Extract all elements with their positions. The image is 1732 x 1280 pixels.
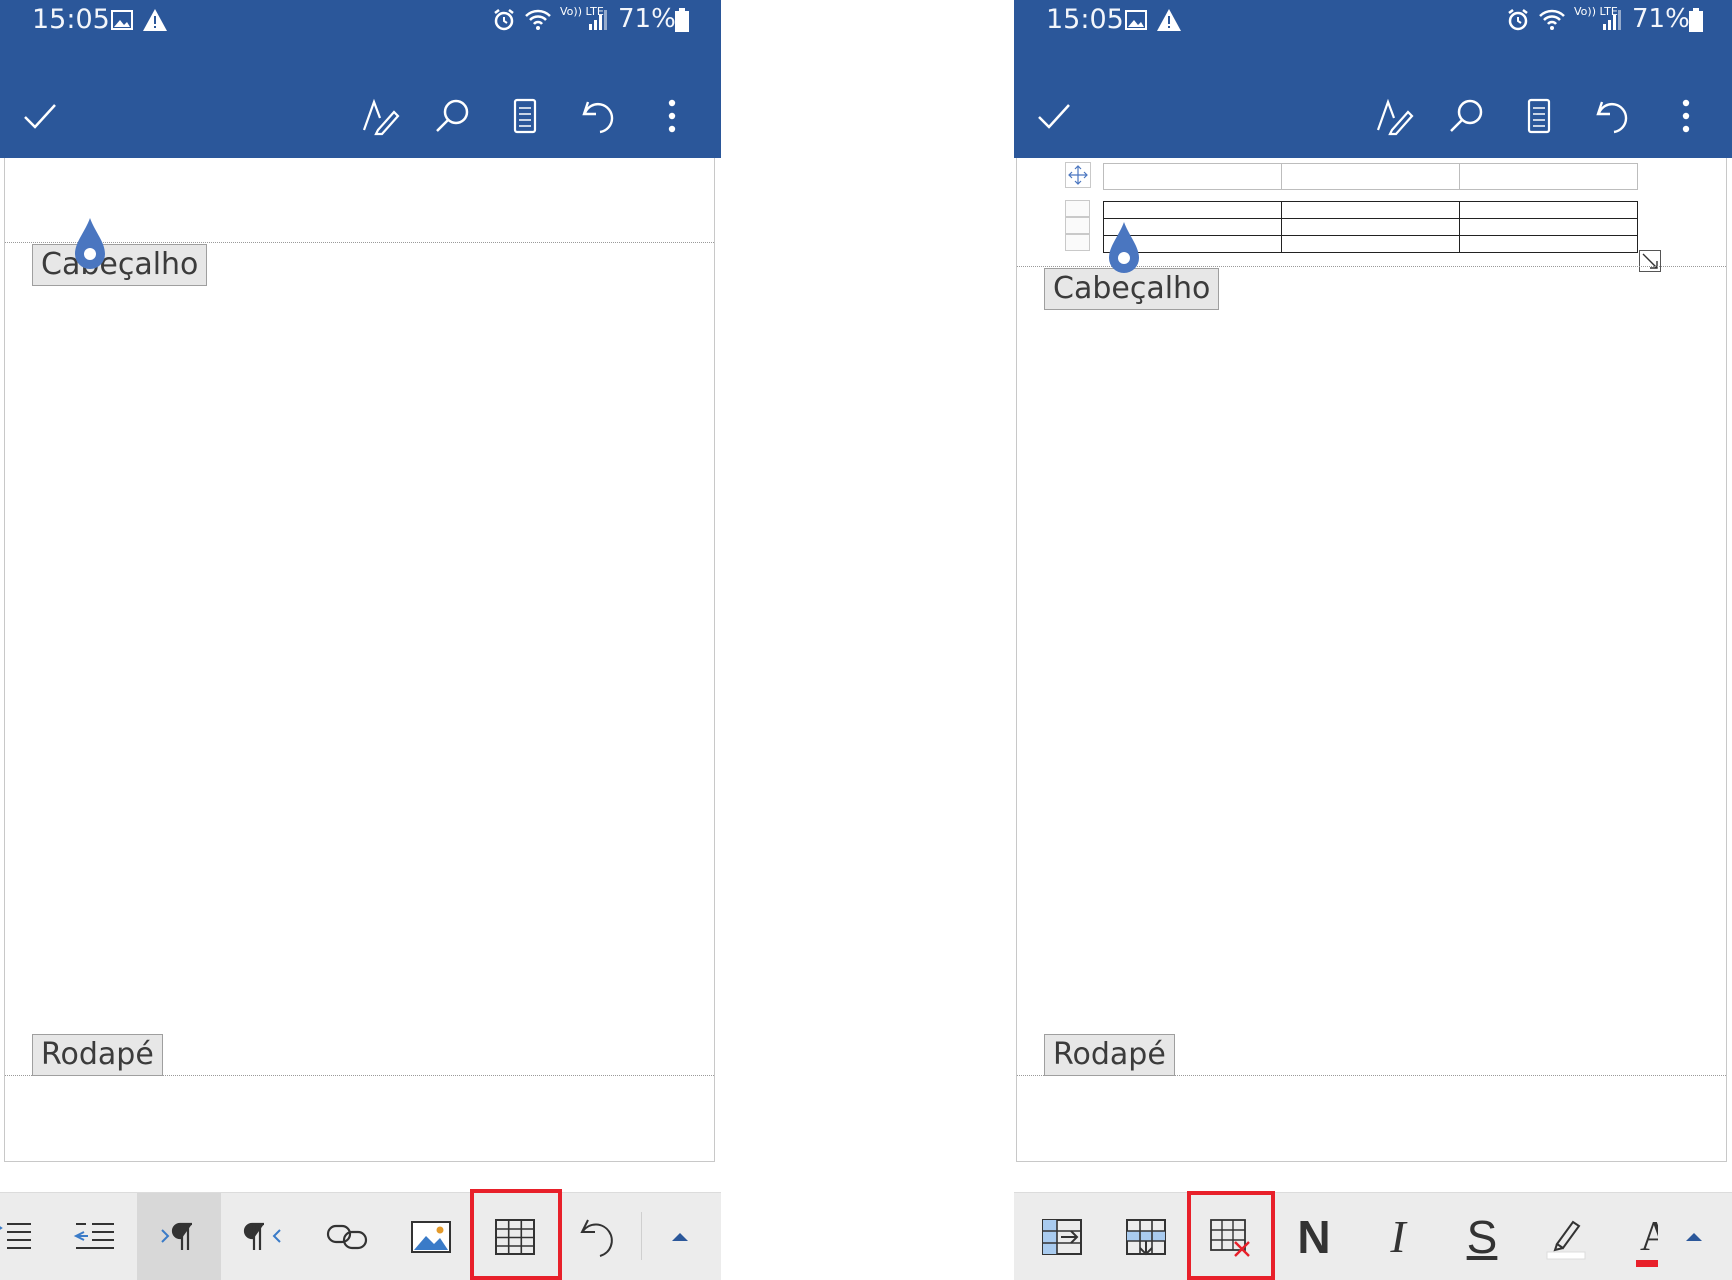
battery-percentage: 71% [618, 4, 676, 34]
app-bar: 15:05 Vo)) LTE 71% [1014, 0, 1732, 158]
footer-label: Rodapé [1044, 1034, 1175, 1076]
table-button-highlight [470, 1189, 562, 1280]
table-cell[interactable] [1459, 201, 1638, 219]
table-row [1103, 235, 1638, 253]
wifi-icon [1539, 9, 1565, 30]
battery-icon [1689, 8, 1703, 32]
expand-up-icon[interactable] [1652, 1193, 1732, 1280]
table-cell[interactable] [1281, 201, 1460, 219]
table-move-handle-icon[interactable] [1065, 162, 1091, 188]
gallery-notification-icon [1125, 10, 1147, 30]
table-cell[interactable] [1459, 235, 1638, 253]
table-cell[interactable] [1281, 218, 1460, 236]
more-options-icon[interactable] [1666, 96, 1706, 136]
gallery-notification-icon [111, 10, 133, 30]
done-check-icon[interactable] [20, 96, 60, 136]
warning-notification-icon [143, 9, 167, 31]
insert-row-icon[interactable] [1104, 1193, 1188, 1280]
app-bar: 15:05 Vo)) LTE 71% [0, 0, 721, 158]
expand-up-icon[interactable] [638, 1193, 721, 1280]
warning-notification-icon [1157, 9, 1181, 31]
more-options-icon[interactable] [652, 96, 692, 136]
bottom-toolbar: N I S A [1014, 1192, 1732, 1280]
italic-icon[interactable]: I [1356, 1193, 1440, 1280]
text-cursor-handle[interactable] [73, 216, 107, 270]
table-cell[interactable] [1281, 235, 1460, 253]
document-page[interactable]: Cabeçalho Rodapé [4, 158, 715, 1162]
row-selector[interactable] [1065, 217, 1090, 234]
footer-label: Rodapé [32, 1034, 163, 1076]
font-color-icon[interactable]: A [1608, 1193, 1658, 1280]
status-time: 15:05 [32, 4, 110, 35]
bold-glyph: N [1297, 1211, 1331, 1263]
signal-icon [589, 10, 607, 30]
header-label: Cabeçalho [1044, 268, 1220, 310]
decrease-indent-icon[interactable] [53, 1193, 137, 1280]
mobile-view-icon[interactable] [1519, 96, 1559, 136]
battery-percentage: 71% [1632, 4, 1690, 34]
picture-icon[interactable] [389, 1193, 473, 1280]
inserted-table[interactable] [1103, 201, 1638, 253]
table-resize-handle-icon[interactable] [1639, 250, 1661, 272]
mobile-view-icon[interactable] [505, 96, 545, 136]
row-selector[interactable] [1065, 234, 1090, 251]
italic-glyph: I [1390, 1211, 1406, 1262]
header-label: Cabeçalho [32, 244, 208, 286]
signal-icon [1603, 10, 1621, 30]
battery-icon [675, 8, 689, 32]
alarm-icon [1508, 9, 1528, 31]
link-icon[interactable] [305, 1193, 389, 1280]
table-row [1103, 218, 1638, 236]
search-icon[interactable] [1446, 96, 1486, 136]
strikethrough-icon[interactable]: S [1440, 1193, 1524, 1280]
alarm-icon [494, 9, 514, 31]
header-boundary [5, 242, 714, 243]
row-selector[interactable] [1065, 200, 1090, 217]
draw-pen-icon[interactable] [360, 96, 400, 136]
delete-table-button-highlight [1187, 1191, 1275, 1280]
undo-icon[interactable] [578, 96, 618, 136]
text-cursor-handle[interactable] [1107, 220, 1141, 274]
table-row [1103, 201, 1638, 219]
insert-column-icon[interactable] [1020, 1193, 1104, 1280]
undo-icon[interactable] [1592, 96, 1632, 136]
toolbar-divider [641, 1212, 642, 1260]
bold-icon[interactable]: N [1272, 1193, 1356, 1280]
table-previous-row [1103, 163, 1638, 190]
table-cell[interactable] [1459, 218, 1638, 236]
bullet-list-icon[interactable] [0, 1193, 54, 1280]
document-page[interactable]: Cabeçalho Rodapé [1016, 158, 1727, 1162]
right-phone-screen: 15:05 Vo)) LTE 71% Cabeçalho Rodapé N I … [1014, 0, 1732, 1280]
table-cell[interactable] [1103, 201, 1282, 219]
wifi-icon [525, 9, 551, 30]
left-phone-screen: 15:05 Vo)) LTE 71% Cabeçalho Rodapé [0, 0, 721, 1280]
status-time: 15:05 [1046, 4, 1124, 35]
draw-pen-icon[interactable] [1374, 96, 1414, 136]
highlight-icon[interactable] [1524, 1193, 1608, 1280]
undo-icon[interactable] [557, 1193, 641, 1280]
bottom-toolbar [0, 1192, 721, 1280]
search-icon[interactable] [432, 96, 472, 136]
ltr-paragraph-icon[interactable] [137, 1193, 221, 1280]
strikethrough-glyph: S [1466, 1211, 1498, 1263]
done-check-icon[interactable] [1034, 96, 1074, 136]
rtl-paragraph-icon[interactable] [221, 1193, 305, 1280]
